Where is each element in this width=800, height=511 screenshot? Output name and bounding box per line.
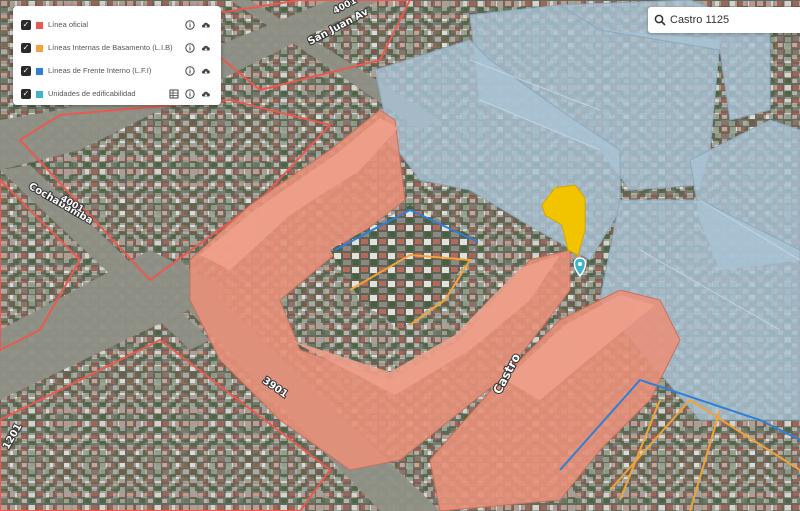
address-search-input[interactable]: [670, 11, 794, 29]
legend-row-lfi: ✓ Líneas de Frente Interno (L.F.I): [13, 60, 221, 82]
legend-row-linea-oficial: ✓ Línea oficial: [13, 14, 221, 36]
swatch-lib: [36, 44, 43, 52]
legend-label-lib: Líneas Internas de Basamento (L.I.B): [48, 43, 173, 52]
legend-label-lfi: Líneas de Frente Interno (L.F.I): [48, 66, 152, 75]
checkbox-unidades[interactable]: ✓: [21, 89, 31, 99]
layer-legend-panel: ✓ Línea oficial ✓ Líneas Internas de Bas…: [13, 6, 221, 105]
checkbox-linea-oficial[interactable]: ✓: [21, 20, 31, 30]
cloud-download-icon[interactable]: [201, 66, 211, 76]
cloud-download-icon[interactable]: [201, 43, 211, 53]
info-icon[interactable]: [185, 43, 195, 53]
info-icon[interactable]: [185, 89, 195, 99]
checkbox-lib[interactable]: ✓: [21, 43, 31, 53]
legend-row-unidades: ✓ Unidades de edificabilidad: [13, 83, 221, 105]
table-icon[interactable]: [169, 89, 179, 99]
cloud-download-icon[interactable]: [201, 89, 211, 99]
swatch-unidades: [36, 90, 43, 98]
swatch-linea-oficial: [36, 21, 43, 29]
legend-row-lib: ✓ Líneas Internas de Basamento (L.I.B): [13, 37, 221, 59]
legend-label-linea-oficial: Línea oficial: [48, 20, 89, 29]
cloud-download-icon[interactable]: [201, 20, 211, 30]
info-icon[interactable]: [185, 20, 195, 30]
checkbox-lfi[interactable]: ✓: [21, 66, 31, 76]
search-icon: [654, 14, 666, 26]
legend-label-unidades: Unidades de edificabilidad: [48, 89, 136, 98]
swatch-lfi: [36, 67, 43, 75]
info-icon[interactable]: [185, 66, 195, 76]
address-search-box: [648, 7, 800, 33]
